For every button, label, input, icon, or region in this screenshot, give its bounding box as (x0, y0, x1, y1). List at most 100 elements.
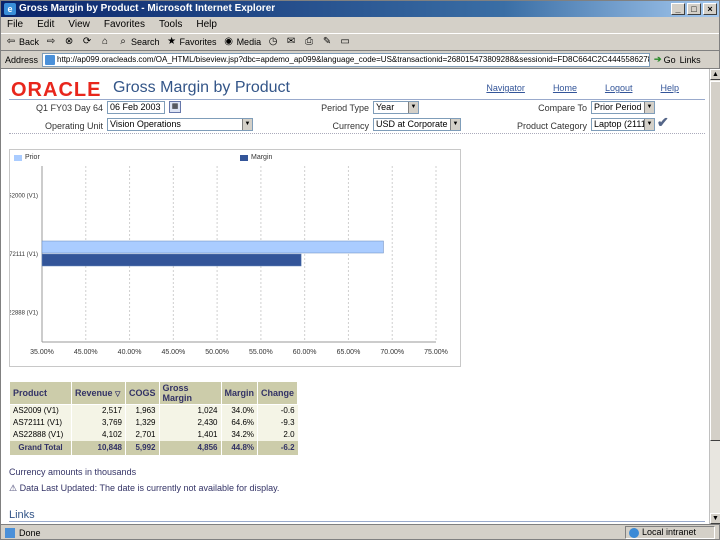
favorites-button[interactable]: ★ Favorites (166, 36, 217, 48)
total-cogs: 5,992 (125, 440, 160, 455)
media-button[interactable]: ◉ Media (223, 36, 261, 48)
col-revenue[interactable]: Revenue ▽ (71, 381, 126, 405)
col-margin[interactable]: Margin (220, 381, 259, 405)
warning-icon: ⚠ (9, 483, 18, 493)
page-icon (45, 54, 56, 65)
category-label: AS22888 (V1) (10, 311, 38, 317)
history-icon: ◷ (268, 36, 278, 47)
window-title: Gross Margin by Product - Microsoft Inte… (19, 3, 276, 14)
maximize-button[interactable]: □ (687, 3, 701, 15)
cell-gross-margin: 2,430 (158, 416, 222, 429)
vertical-scrollbar[interactable]: ▲ ▼ (709, 69, 720, 524)
edit-button[interactable]: ✎ (321, 36, 333, 48)
table-header-row: Product Revenue ▽ COGS Gross Margin Marg… (9, 381, 299, 405)
calendar-icon[interactable]: ▦ (169, 101, 181, 113)
cell-change: 2.0 (257, 428, 298, 441)
address-input[interactable]: http://ap099.oracleads.com/OA_HTML/bisev… (42, 52, 651, 67)
x-tick-label: 40.00% (118, 349, 142, 356)
menu-help[interactable]: Help (196, 17, 217, 33)
menu-favorites[interactable]: Favorites (104, 17, 145, 33)
edit-icon: ✎ (322, 36, 332, 47)
x-tick-label: 45.00% (161, 349, 185, 356)
product-link[interactable]: AS22888 (V1) (9, 428, 72, 441)
period-type-select[interactable]: Year ▼ (373, 101, 419, 114)
toolbar: ⇦ Back ⇨ ⊗ ⟳ ⌂ ⌕ Search ★ Favorites ◉ Media … (1, 33, 719, 51)
history-button[interactable]: ◷ (267, 36, 279, 48)
total-margin: 44.8% (220, 440, 258, 455)
category-label: AS72111 (V1) (10, 252, 38, 258)
col-cogs[interactable]: COGS (125, 381, 160, 405)
home-link[interactable]: Home (553, 83, 577, 93)
table-row: AS2009 (V1) 2,517 1,963 1,024 34.0% -0.6 (9, 404, 298, 417)
operating-unit-select[interactable]: Vision Operations ▼ (107, 118, 253, 131)
cell-margin: 34.0% (220, 404, 258, 417)
table-row: AS22888 (V1) 4,102 2,701 1,401 34.2% 2.0 (9, 428, 298, 441)
search-button[interactable]: ⌕ Search (117, 36, 159, 48)
browser-window: e Gross Margin by Product - Microsoft In… (0, 0, 720, 540)
back-arrow-icon: ⇦ (6, 36, 16, 47)
ie-icon: e (4, 3, 16, 15)
product-link[interactable]: AS2009 (V1) (9, 404, 72, 417)
x-tick-label: 50.00% (205, 349, 229, 356)
go-button[interactable]: ➔ Go (654, 54, 676, 65)
menu-file[interactable]: File (7, 17, 23, 33)
menu-view[interactable]: View (68, 17, 90, 33)
total-revenue: 10,848 (71, 440, 126, 455)
print-icon: ⎙ (305, 36, 314, 47)
status-page-icon (5, 527, 15, 538)
x-tick-label: 75.00% (424, 349, 448, 356)
forward-button[interactable]: ⇨ (45, 36, 57, 48)
go-arrow-icon: ➔ (654, 54, 662, 64)
col-change[interactable]: Change (257, 381, 299, 405)
close-button[interactable]: × (703, 3, 717, 15)
stop-button[interactable]: ⊗ (63, 36, 75, 48)
product-category-select[interactable]: Laptop (2111) ▼ (591, 118, 655, 131)
scroll-thumb[interactable] (710, 81, 720, 441)
help-link[interactable]: Help (660, 83, 679, 93)
apply-check-icon[interactable]: ✔ (657, 114, 669, 131)
compare-to-label: Compare To (538, 103, 587, 113)
back-button[interactable]: ⇦ Back (5, 36, 39, 48)
menu-tools[interactable]: Tools (159, 17, 182, 33)
col-product[interactable]: Product (9, 381, 72, 405)
page-content: ORACLE Gross Margin by Product Navigator… (1, 69, 709, 524)
menu-edit[interactable]: Edit (37, 17, 54, 33)
operating-unit-label: Operating Unit (44, 121, 103, 131)
mail-button[interactable]: ✉ (285, 36, 297, 48)
logout-link[interactable]: Logout (605, 83, 633, 93)
cell-gross-margin: 1,024 (158, 404, 222, 417)
address-bar: Address http://ap099.oracleads.com/OA_HT… (1, 51, 719, 69)
media-icon: ◉ (224, 36, 233, 47)
cell-revenue: 2,517 (71, 404, 126, 417)
status-text: Done (19, 527, 41, 538)
stop-icon: ⊗ (64, 36, 74, 47)
refresh-icon: ⟳ (82, 36, 92, 47)
mail-icon: ✉ (286, 36, 296, 47)
category-label: AS2000 (V1) (10, 193, 38, 199)
currency-select[interactable]: USD at Corporate ▼ (373, 118, 461, 131)
links-toolbar[interactable]: Links (680, 55, 701, 65)
col-gross-margin[interactable]: Gross Margin (158, 381, 222, 405)
chevron-down-icon: ▼ (408, 102, 418, 113)
navigator-link[interactable]: Navigator (486, 83, 525, 93)
minimize-button[interactable]: _ (671, 3, 685, 15)
compare-to-select[interactable]: Prior Period ▼ (591, 101, 655, 114)
home-button[interactable]: ⌂ (99, 36, 111, 48)
date-input[interactable]: 06 Feb 2003 (107, 101, 165, 114)
x-tick-label: 45.00% (74, 349, 98, 356)
chart-plot: 35.00% 45.00% 40.00% 45.00% 50.00% 55.00% 60.0… (10, 166, 448, 356)
product-link[interactable]: AS72111 (V1) (9, 416, 72, 429)
legend-prior-swatch (14, 154, 22, 161)
total-gross-margin: 4,856 (158, 440, 222, 455)
refresh-button[interactable]: ⟳ (81, 36, 93, 48)
globe-icon (629, 528, 639, 538)
discuss-button[interactable]: ▭ (339, 36, 351, 48)
scroll-up-arrow-icon[interactable]: ▲ (710, 69, 720, 80)
legend-prior: Prior (14, 154, 40, 161)
scroll-down-arrow-icon[interactable]: ▼ (710, 513, 720, 524)
print-button[interactable]: ⎙ (303, 36, 315, 48)
period-type-label: Period Type (321, 103, 369, 113)
cell-cogs: 1,963 (125, 404, 160, 417)
margin-table: Product Revenue ▽ COGS Gross Margin Marg… (9, 381, 299, 455)
page-title: Gross Margin by Product (113, 79, 290, 96)
